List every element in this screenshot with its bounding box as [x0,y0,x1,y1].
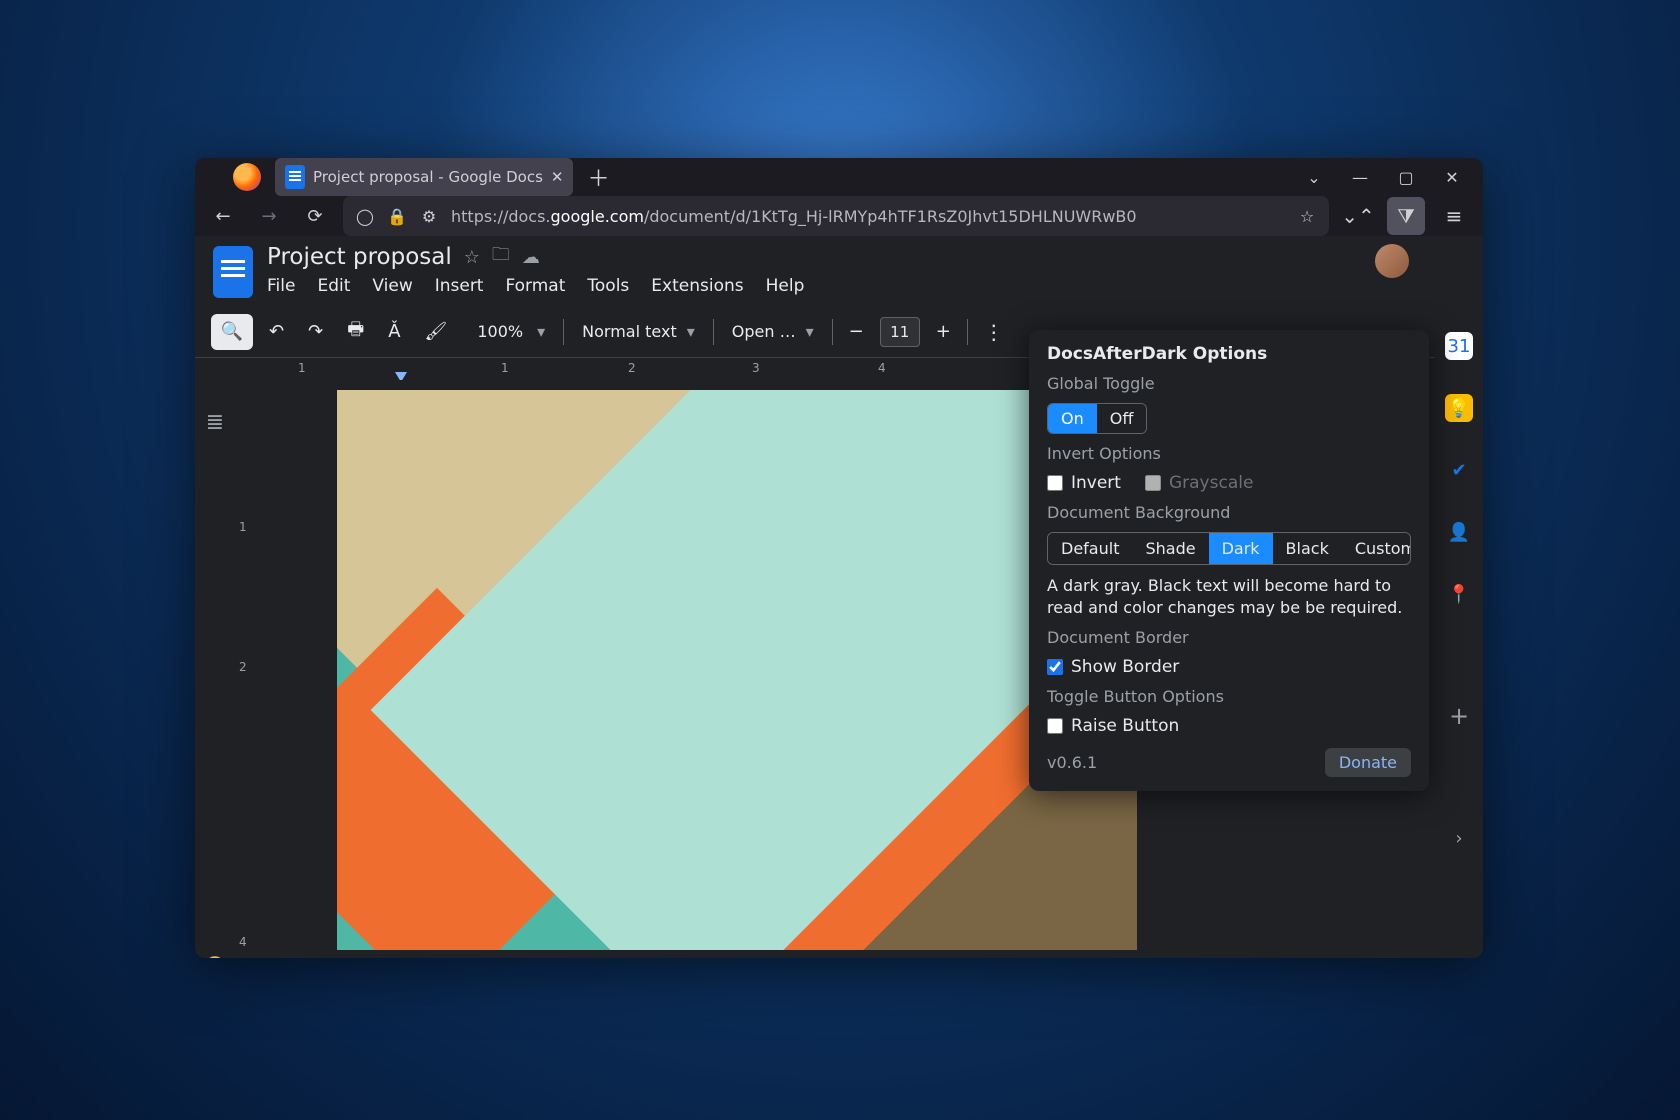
pocket-icon[interactable]: ⌄⌃ [1339,197,1377,235]
zoom-select[interactable]: 100%▾ [463,322,555,341]
menu-help[interactable]: Help [766,276,805,296]
menu-extensions[interactable]: Extensions [651,276,743,296]
move-icon[interactable]: 🗀 [492,242,510,272]
menu-file[interactable]: File [267,276,295,296]
global-toggle-label: Global Toggle [1047,374,1411,393]
global-on-button[interactable]: On [1048,404,1097,433]
contacts-icon[interactable]: 👤 [1445,518,1473,546]
docs-favicon-icon [285,165,305,189]
toggle-btn-label: Toggle Button Options [1047,687,1411,706]
menu-format[interactable]: Format [505,276,565,296]
document-image [337,390,1137,950]
docs-header: Project proposal ☆ 🗀 ☁ File Edit View In… [195,236,1435,298]
menu-view[interactable]: View [372,276,412,296]
invert-label: Invert Options [1047,444,1411,463]
menu-insert[interactable]: Insert [435,276,484,296]
font-size-increase[interactable]: + [928,314,959,350]
bg-description: A dark gray. Black text will become hard… [1047,575,1411,618]
extension-popup: DocsAfterDark Options Global Toggle On O… [1029,330,1429,791]
collapse-panel-icon[interactable]: › [1445,824,1473,852]
font-size-input[interactable] [880,317,920,347]
reload-button[interactable]: ⟳ [297,198,333,234]
outline-icon[interactable]: ≣ [206,410,224,435]
maximize-button[interactable]: ▢ [1383,158,1429,196]
side-panel: 31 💡 ✔ 👤 📍 + › [1435,236,1483,958]
close-button[interactable]: ✕ [1429,158,1475,196]
menubar: File Edit View Insert Format Tools Exten… [267,276,1417,296]
undo-button[interactable]: ↶ [261,314,292,350]
new-tab-button[interactable]: ＋ [587,161,609,193]
bg-default[interactable]: Default [1048,533,1132,564]
emoji-reaction-icon[interactable]: 🤩 [205,955,225,958]
bg-custom[interactable]: Custom [1342,533,1411,564]
docs-app: Project proposal ☆ 🗀 ☁ File Edit View In… [195,236,1483,958]
left-rail: ≣ 🤩 [195,380,235,958]
paragraph-style-select[interactable]: Normal text▾ [572,322,705,341]
global-toggle: On Off [1047,403,1147,434]
global-off-button[interactable]: Off [1097,404,1147,433]
tab-close-icon[interactable]: ✕ [551,168,564,186]
bookmark-star-icon[interactable]: ☆ [1297,207,1317,226]
show-border-checkbox[interactable]: Show Border [1047,657,1411,677]
paint-format-button[interactable]: 🖌 [417,314,456,350]
shield-icon[interactable]: ◯ [355,207,375,226]
url-text: https://docs.google.com/document/d/1KtTg… [451,207,1285,226]
version-label: v0.6.1 [1047,753,1097,772]
font-size-decrease[interactable]: − [841,314,872,350]
popup-title: DocsAfterDark Options [1047,344,1411,364]
browser-window: Project proposal - Google Docs ✕ ＋ ⌄ — ▢… [195,158,1483,958]
bg-dark[interactable]: Dark [1209,533,1273,564]
cloud-status-icon[interactable]: ☁ [522,247,540,268]
bg-shade[interactable]: Shade [1132,533,1208,564]
add-on-icon[interactable]: + [1445,702,1473,730]
forward-button: → [251,198,287,234]
tabs-dropdown-icon[interactable]: ⌄ [1291,158,1337,196]
bg-segmented: Default Shade Dark Black Custom [1047,532,1411,565]
avatar[interactable] [1375,244,1409,278]
calendar-icon[interactable]: 31 [1445,332,1473,360]
lock-icon[interactable]: 🔒 [387,207,407,226]
menu-tools[interactable]: Tools [587,276,629,296]
star-icon[interactable]: ☆ [464,247,480,268]
ruler-vertical[interactable]: 1 2 4 [235,380,257,958]
titlebar: Project proposal - Google Docs ✕ ＋ ⌄ — ▢… [195,158,1483,196]
document-title[interactable]: Project proposal [267,244,452,270]
maps-icon[interactable]: 📍 [1445,580,1473,608]
tab-active[interactable]: Project proposal - Google Docs ✕ [275,158,573,196]
tasks-icon[interactable]: ✔ [1445,456,1473,484]
raise-button-checkbox[interactable]: Raise Button [1047,716,1411,736]
tab-title: Project proposal - Google Docs [313,168,543,186]
permissions-icon[interactable]: ⚙ [419,207,439,226]
firefox-icon [233,163,261,191]
toolbar-more-icon[interactable]: ⋮ [976,314,1012,350]
bg-label: Document Background [1047,503,1411,522]
print-button[interactable]: 🖶 [339,314,372,350]
keep-icon[interactable]: 💡 [1445,394,1473,422]
back-button[interactable]: ← [205,198,241,234]
search-menus-button[interactable]: 🔍 [211,314,253,350]
extensions-icon[interactable]: ⧩ [1387,197,1425,235]
spellcheck-button[interactable]: Ǎ [380,314,408,350]
grayscale-checkbox: Grayscale [1145,473,1253,493]
docs-logo-icon[interactable] [213,246,253,298]
border-label: Document Border [1047,628,1411,647]
menu-icon[interactable]: ≡ [1435,197,1473,235]
font-family-select[interactable]: Open …▾ [722,322,824,341]
redo-button[interactable]: ↷ [300,314,331,350]
bg-black[interactable]: Black [1273,533,1342,564]
menu-edit[interactable]: Edit [317,276,350,296]
address-bar[interactable]: ◯ 🔒 ⚙ https://docs.google.com/document/d… [343,196,1329,236]
urlbar: ← → ⟳ ◯ 🔒 ⚙ https://docs.google.com/docu… [195,196,1483,236]
donate-button[interactable]: Donate [1325,748,1411,777]
invert-checkbox[interactable]: Invert [1047,473,1121,493]
minimize-button[interactable]: — [1337,158,1383,196]
